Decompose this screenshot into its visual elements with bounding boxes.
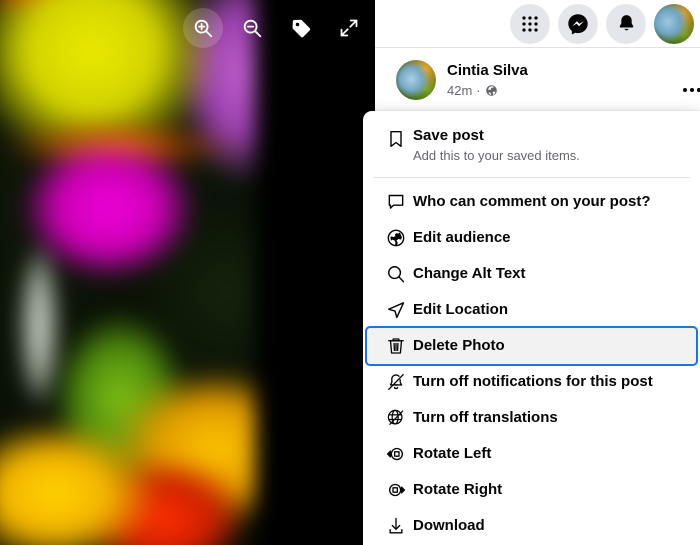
- post-separator: ·: [476, 83, 481, 98]
- menu-item-label: Edit audience: [413, 229, 511, 246]
- account-avatar[interactable]: [654, 3, 694, 44]
- rotate-right-icon: [379, 480, 413, 500]
- bell-off-icon: [379, 372, 413, 392]
- menu-item-label: Download: [413, 517, 485, 534]
- tag-icon[interactable]: [281, 8, 321, 48]
- menu-item-label: Rotate Left: [413, 445, 492, 462]
- menu-item-text-block: Save post Add this to your saved items.: [413, 126, 580, 164]
- menu-item-label: Who can comment on your post?: [413, 193, 651, 210]
- menu-item-label: Delete Photo: [413, 337, 505, 354]
- menu-item-sublabel: Add this to your saved items.: [413, 148, 580, 163]
- comment-bubble-icon: [379, 192, 413, 212]
- photo-viewer-toolbar: [0, 0, 375, 56]
- menu-item-edit-location[interactable]: Edit Location: [367, 292, 696, 328]
- zoom-out-icon[interactable]: [232, 8, 272, 48]
- zoom-in-icon[interactable]: [183, 8, 223, 48]
- menu-item-label: Rotate Right: [413, 481, 503, 498]
- menu-item-delete-photo[interactable]: Delete Photo: [367, 328, 696, 364]
- post-details-panel: Cintia Silva 42m · Save post Add this to…: [363, 0, 700, 545]
- photo-image[interactable]: [0, 0, 256, 545]
- menu-item-save-post[interactable]: Save post Add this to your saved items.: [367, 119, 696, 171]
- dot: [683, 88, 687, 92]
- messenger-icon[interactable]: [558, 3, 598, 44]
- apps-grid-icon[interactable]: [510, 3, 550, 44]
- post-author-block: Cintia Silva 42m ·: [447, 61, 528, 99]
- rotate-left-icon: [379, 444, 413, 464]
- menu-item-label: Edit Location: [413, 301, 508, 318]
- photo-viewer: [0, 0, 375, 545]
- trash-icon: [379, 336, 413, 356]
- download-icon: [379, 516, 413, 536]
- location-arrow-icon: [379, 300, 413, 320]
- menu-divider: [373, 177, 690, 178]
- menu-item-download[interactable]: Download: [367, 508, 696, 544]
- menu-item-label: Turn off notifications for this post: [413, 373, 653, 390]
- globe-icon: [379, 228, 413, 248]
- menu-item-rotate-left[interactable]: Rotate Left: [367, 436, 696, 472]
- facebook-topbar: [375, 0, 700, 48]
- avatar[interactable]: [396, 60, 436, 100]
- menu-item-edit-audience[interactable]: Edit audience: [367, 220, 696, 256]
- more-options-button[interactable]: [675, 73, 700, 107]
- post-options-menu: Save post Add this to your saved items. …: [363, 111, 700, 545]
- expand-icon[interactable]: [329, 8, 369, 48]
- menu-item-label: Turn off translations: [413, 409, 558, 426]
- post-header: Cintia Silva 42m ·: [375, 49, 700, 111]
- post-subline: 42m ·: [447, 82, 528, 99]
- menu-item-turn-off-notifications[interactable]: Turn off notifications for this post: [367, 364, 696, 400]
- menu-item-rotate-right[interactable]: Rotate Right: [367, 472, 696, 508]
- search-icon: [379, 264, 413, 284]
- menu-item-change-alt-text[interactable]: Change Alt Text: [367, 256, 696, 292]
- menu-item-turn-off-translations[interactable]: Turn off translations: [367, 400, 696, 436]
- menu-item-label: Save post: [413, 127, 484, 144]
- dot: [690, 88, 694, 92]
- translate-off-icon: [379, 408, 413, 428]
- post-author-name[interactable]: Cintia Silva: [447, 61, 528, 80]
- post-timestamp[interactable]: 42m: [447, 82, 472, 99]
- facebook-photo-viewer-screen: Cintia Silva 42m · Save post Add this to…: [0, 0, 700, 545]
- menu-item-who-can-comment[interactable]: Who can comment on your post?: [367, 184, 696, 220]
- menu-item-label: Change Alt Text: [413, 265, 526, 282]
- globe-icon[interactable]: [485, 84, 498, 97]
- bookmark-icon: [379, 126, 413, 149]
- notifications-bell-icon[interactable]: [606, 3, 646, 44]
